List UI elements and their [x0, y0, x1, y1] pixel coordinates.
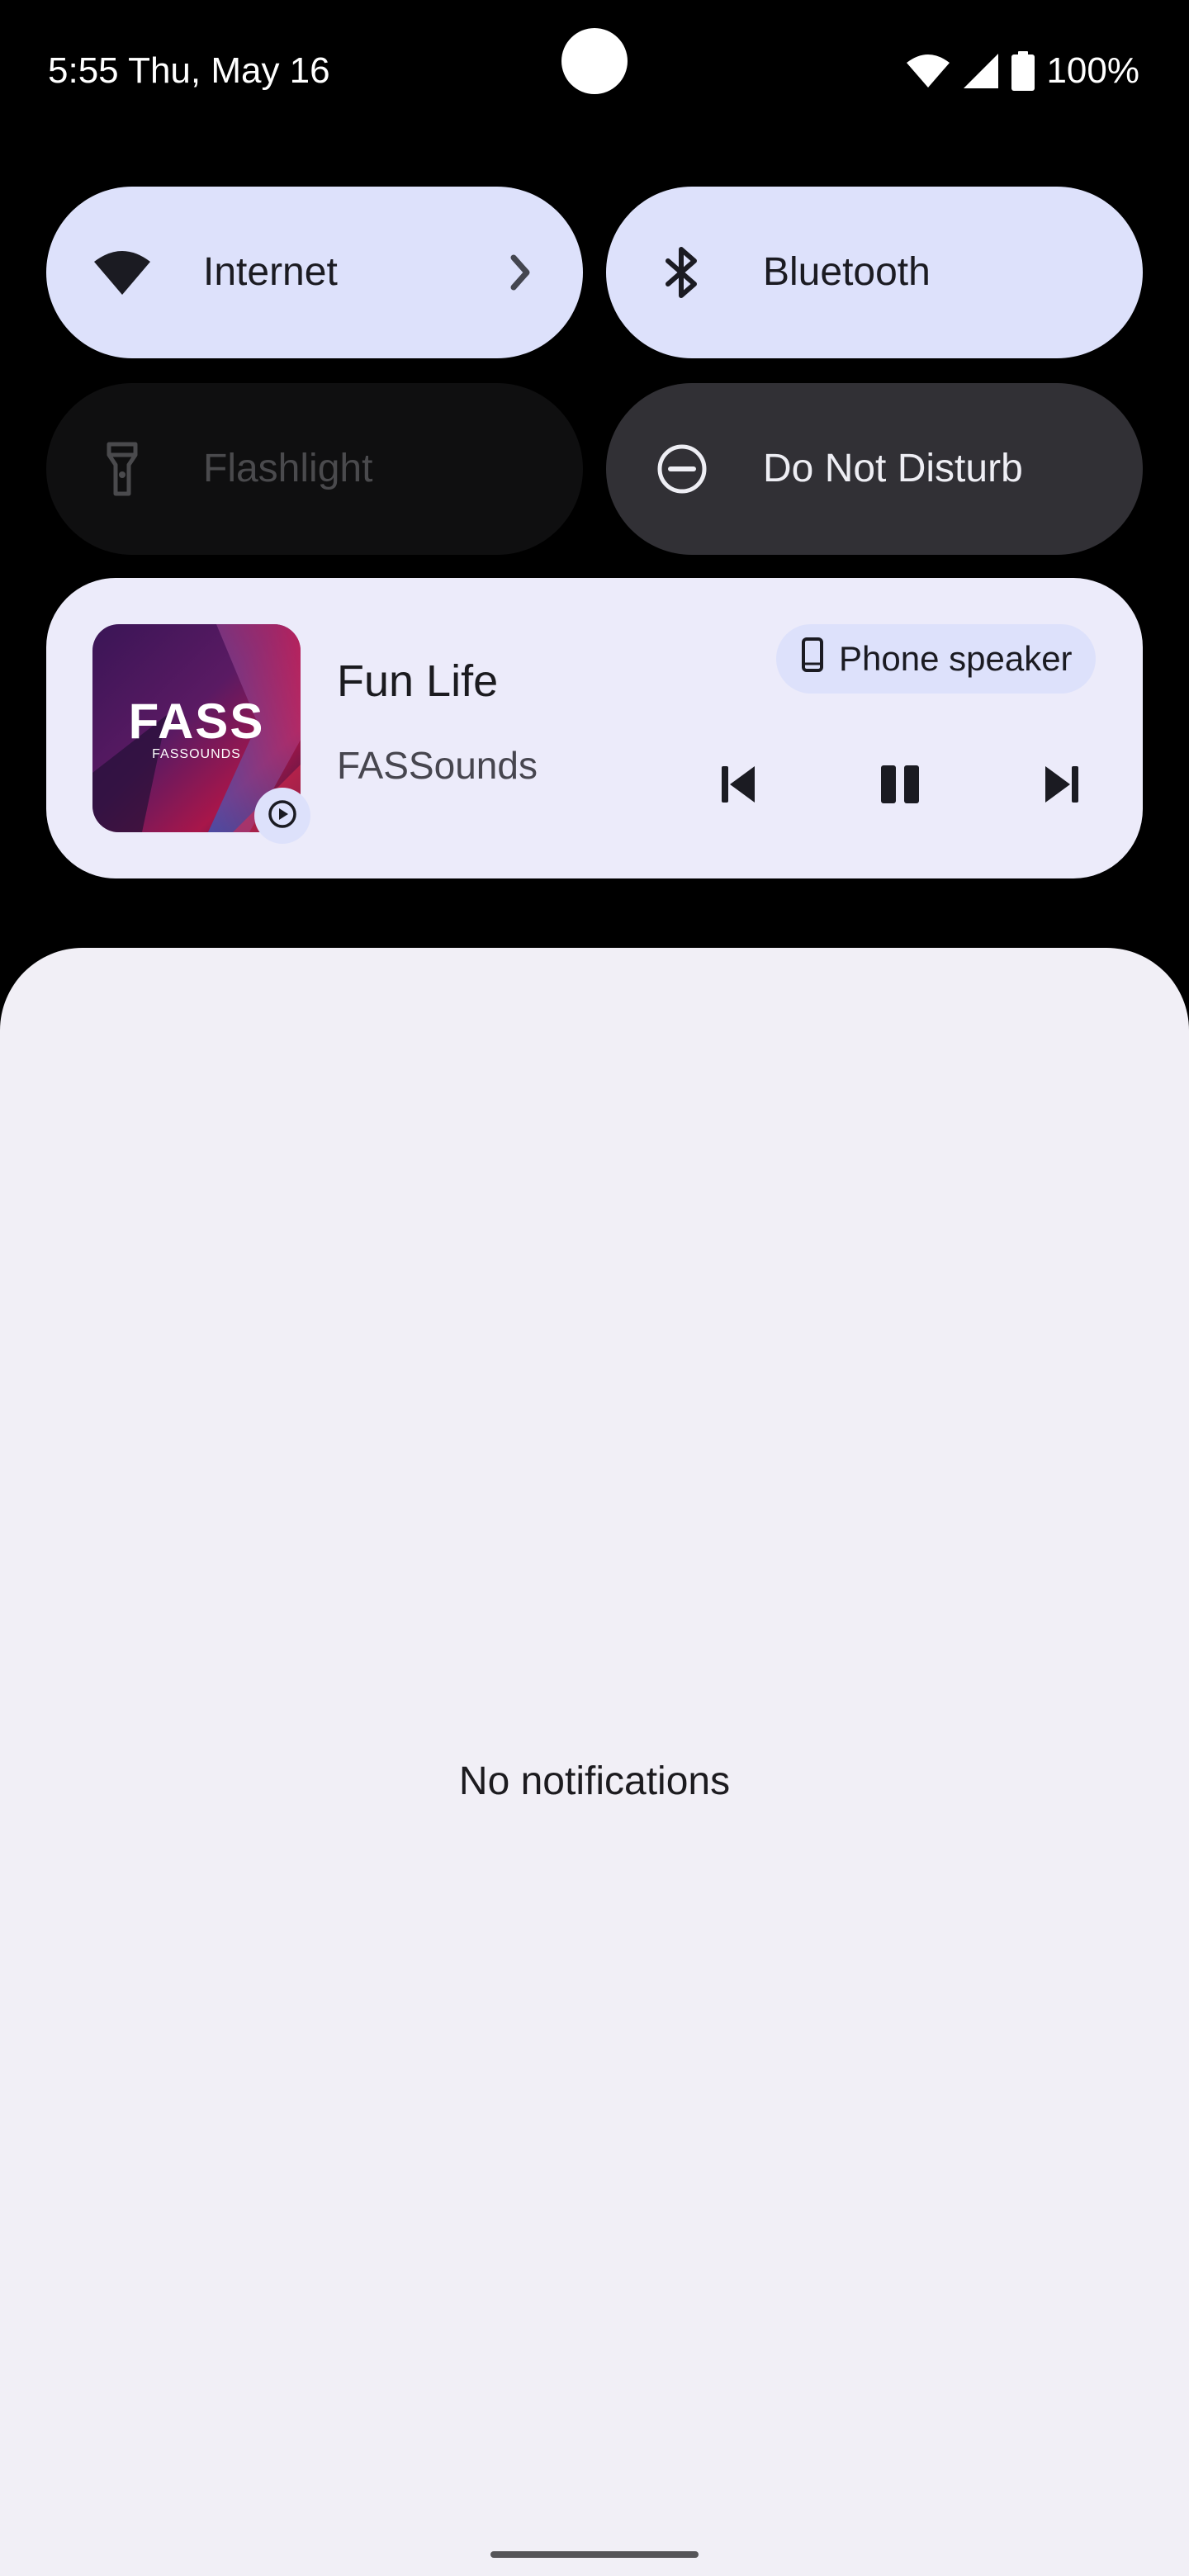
tile-internet-label: Internet: [203, 250, 338, 294]
skip-next-button[interactable]: [1022, 746, 1101, 826]
tile-bluetooth[interactable]: Bluetooth: [606, 187, 1143, 358]
pause-icon: [879, 763, 921, 810]
battery-percentage: 100%: [1046, 50, 1139, 91]
play-circle-icon: [266, 798, 299, 835]
chevron-right-icon: [504, 248, 537, 301]
output-device-chip[interactable]: Phone speaker: [776, 624, 1096, 694]
battery-icon: [1011, 51, 1035, 91]
output-device-label: Phone speaker: [839, 639, 1073, 678]
skip-next-icon: [1042, 763, 1082, 810]
media-app-badge: [254, 788, 310, 844]
tile-do-not-disturb-label: Do Not Disturb: [763, 447, 1023, 490]
media-artist: FASSounds: [337, 744, 538, 787]
tile-do-not-disturb[interactable]: Do Not Disturb: [606, 383, 1143, 555]
tile-bluetooth-label: Bluetooth: [763, 250, 931, 294]
tile-flashlight-label: Flashlight: [203, 447, 373, 490]
tile-flashlight[interactable]: Flashlight: [46, 383, 583, 555]
camera-cutout: [561, 28, 628, 94]
album-art-logo-text: FASS: [128, 694, 265, 749]
notification-shade[interactable]: No notifications: [0, 948, 1189, 2576]
bluetooth-icon: [651, 241, 713, 304]
wifi-icon: [906, 53, 950, 89]
skip-previous-icon: [718, 763, 758, 810]
no-notifications-text: No notifications: [458, 1759, 731, 1803]
status-icons: 100%: [906, 48, 1139, 94]
skip-previous-button[interactable]: [699, 746, 778, 826]
pause-button[interactable]: [860, 746, 940, 826]
media-player[interactable]: FASS FASSOUNDS Fun Life FASSounds Phone …: [46, 578, 1143, 878]
tile-internet[interactable]: Internet: [46, 187, 583, 358]
album-art-subtext: FASSOUNDS: [152, 747, 241, 761]
cellular-signal-icon: [962, 52, 1000, 90]
status-time-date: 5:55 Thu, May 16: [48, 50, 330, 91]
wifi-icon: [91, 241, 154, 304]
do-not-disturb-icon: [651, 438, 713, 500]
flashlight-icon: [91, 438, 154, 500]
phone-icon: [801, 637, 824, 681]
media-title: Fun Life: [337, 656, 499, 706]
gesture-nav-handle[interactable]: [490, 2551, 699, 2558]
